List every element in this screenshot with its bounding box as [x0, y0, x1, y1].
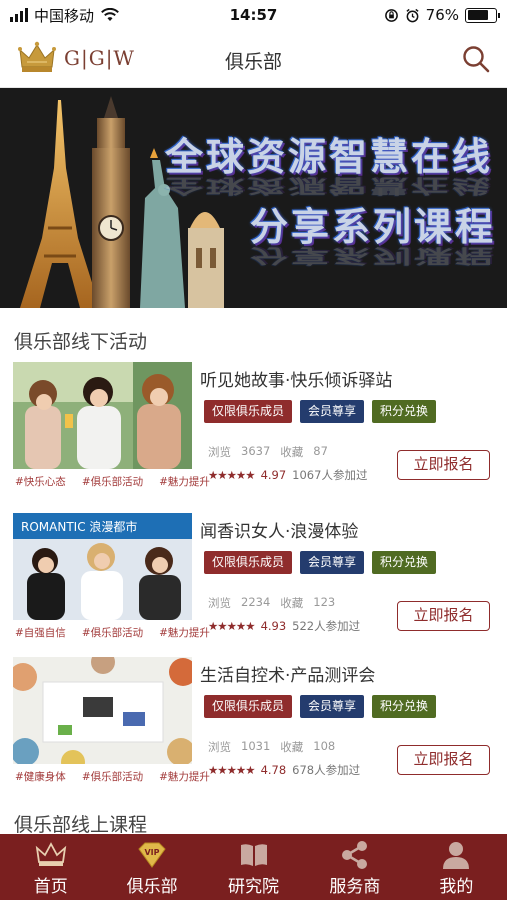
- signup-button[interactable]: 立即报名: [397, 450, 490, 480]
- activity-photo[interactable]: ROMANTIC 浪漫都市: [13, 513, 192, 620]
- member-exclusive-badge: 会员尊享: [300, 400, 365, 423]
- alarm-icon: [406, 8, 419, 22]
- activity-title[interactable]: 听见她故事·快乐倾诉驿站: [200, 366, 392, 391]
- app-header: G|G|W 俱乐部: [0, 30, 507, 88]
- banner-subheadline: 分享系列课程: [250, 205, 497, 249]
- views-count: 3637: [241, 444, 271, 458]
- photo-sign-text: ROMANTIC 浪漫都市: [21, 519, 137, 534]
- points-redeem-badge: 积分兑换: [372, 400, 437, 423]
- clock: 14:57: [229, 6, 278, 24]
- activity-rating: ★★★★★ 4.93 522人参加过: [208, 618, 360, 634]
- favorites-count: 123: [313, 595, 336, 609]
- views-label: 浏览: [208, 445, 231, 459]
- activity-stats: 浏览 3637 收藏 87: [208, 444, 328, 460]
- tab-institute-label: 研究院: [228, 877, 280, 897]
- favorites-label: 收藏: [280, 596, 304, 610]
- activity-photo[interactable]: [13, 362, 192, 469]
- battery-percent: 76%: [425, 6, 459, 24]
- svg-text:VIP: VIP: [145, 848, 160, 857]
- search-icon[interactable]: [461, 44, 491, 74]
- rotation-lock-icon: [384, 8, 398, 22]
- tab-me-label: 我的: [439, 877, 474, 897]
- favorites-label: 收藏: [280, 740, 304, 754]
- star-rating-icon: ★★★★★: [208, 468, 256, 482]
- activity-rating: ★★★★★ 4.78 678人参加过: [208, 762, 360, 778]
- favorites-label: 收藏: [280, 445, 304, 459]
- tab-club[interactable]: VIP 俱乐部: [101, 834, 202, 900]
- section-title-online: 俱乐部线上课程: [14, 814, 148, 836]
- bottom-tab-bar: 首页 VIP 俱乐部 研究院 服务商 我的: [0, 834, 507, 900]
- activity-tags: #健康身体 #俱乐部活动 #魅力提升: [15, 769, 210, 784]
- participants-count: 678人参加过: [292, 763, 361, 777]
- views-label: 浏览: [208, 596, 231, 610]
- tag[interactable]: #俱乐部活动: [82, 625, 143, 640]
- tab-providers-label: 服务商: [329, 877, 381, 897]
- views-count: 2234: [241, 595, 271, 609]
- crown-icon: [35, 842, 66, 866]
- section-title-offline: 俱乐部线下活动: [14, 331, 148, 353]
- activity-tags: #自强自信 #俱乐部活动 #魅力提升: [15, 625, 210, 640]
- carrier-label: 中国移动: [34, 6, 95, 25]
- signal-icon: [10, 8, 28, 22]
- promo-banner[interactable]: 全球资源智慧在线 全球资源智慧在线 分享系列课程 分享系列课程: [0, 88, 507, 308]
- activity-rating: ★★★★★ 4.97 1067人参加过: [208, 467, 367, 483]
- signup-button[interactable]: 立即报名: [397, 745, 490, 775]
- activity-stats: 浏览 2234 收藏 123: [208, 595, 335, 611]
- page-title: 俱乐部: [224, 51, 282, 73]
- activity-title[interactable]: 生活自控术·产品测评会: [200, 661, 375, 686]
- status-bar: 中国移动 14:57 76%: [0, 0, 507, 30]
- book-icon: [240, 844, 267, 866]
- activity-card[interactable]: #快乐心态 #俱乐部活动 #魅力提升 听见她故事·快乐倾诉驿站 仅限俱乐成员 会…: [0, 362, 507, 502]
- favorites-count: 108: [313, 739, 336, 753]
- points-redeem-badge: 积分兑换: [372, 695, 437, 718]
- views-count: 1031: [241, 739, 271, 753]
- badge-row: 仅限俱乐成员 会员尊享 积分兑换: [204, 551, 437, 574]
- tab-home[interactable]: 首页: [0, 834, 101, 900]
- banner-headline: 全球资源智慧在线: [165, 135, 494, 179]
- user-icon: [443, 842, 470, 869]
- wifi-icon: [101, 8, 119, 21]
- member-exclusive-badge: 会员尊享: [300, 695, 365, 718]
- vip-diamond-icon: VIP: [138, 842, 166, 868]
- star-rating-icon: ★★★★★: [208, 763, 256, 777]
- tab-institute[interactable]: 研究院: [203, 834, 304, 900]
- tag[interactable]: #魅力提升: [159, 625, 210, 640]
- badge-row: 仅限俱乐成员 会员尊享 积分兑换: [204, 695, 437, 718]
- activity-card[interactable]: #健康身体 #俱乐部活动 #魅力提升 生活自控术·产品测评会 仅限俱乐成员 会员…: [0, 657, 507, 797]
- tab-me[interactable]: 我的: [406, 834, 507, 900]
- members-only-badge: 仅限俱乐成员: [204, 695, 293, 718]
- tag[interactable]: #魅力提升: [159, 769, 210, 784]
- rating-score: 4.93: [260, 619, 287, 633]
- tag[interactable]: #俱乐部活动: [82, 769, 143, 784]
- member-exclusive-badge: 会员尊享: [300, 551, 365, 574]
- activity-tags: #快乐心态 #俱乐部活动 #魅力提升: [15, 474, 210, 489]
- rating-score: 4.97: [260, 468, 287, 482]
- badge-row: 仅限俱乐成员 会员尊享 积分兑换: [204, 400, 437, 423]
- tab-club-label: 俱乐部: [126, 877, 178, 897]
- activity-title[interactable]: 闻香识女人·浪漫体验: [200, 517, 358, 542]
- banner-subheadline-reflection: 分享系列课程: [250, 244, 497, 267]
- tab-providers[interactable]: 服务商: [304, 834, 405, 900]
- favorites-count: 87: [313, 444, 328, 458]
- tag[interactable]: #健康身体: [15, 769, 66, 784]
- activity-card[interactable]: ROMANTIC 浪漫都市 #自强自信 #俱乐部活动 #魅力提升 闻香识女人·浪…: [0, 513, 507, 653]
- members-only-badge: 仅限俱乐成员: [204, 400, 293, 423]
- tag[interactable]: #俱乐部活动: [82, 474, 143, 489]
- star-rating-icon: ★★★★★: [208, 619, 256, 633]
- share-icon: [341, 841, 367, 869]
- signup-button[interactable]: 立即报名: [397, 601, 490, 631]
- tag[interactable]: #魅力提升: [159, 474, 210, 489]
- views-label: 浏览: [208, 740, 231, 754]
- battery-icon: [465, 7, 500, 23]
- members-only-badge: 仅限俱乐成员: [204, 551, 293, 574]
- tab-home-label: 首页: [33, 877, 68, 897]
- activity-stats: 浏览 1031 收藏 108: [208, 739, 335, 755]
- activity-photo[interactable]: [13, 657, 192, 764]
- participants-count: 522人参加过: [292, 619, 361, 633]
- tag[interactable]: #快乐心态: [15, 474, 66, 489]
- points-redeem-badge: 积分兑换: [372, 551, 437, 574]
- tag[interactable]: #自强自信: [15, 625, 66, 640]
- rating-score: 4.78: [260, 763, 287, 777]
- participants-count: 1067人参加过: [292, 468, 368, 482]
